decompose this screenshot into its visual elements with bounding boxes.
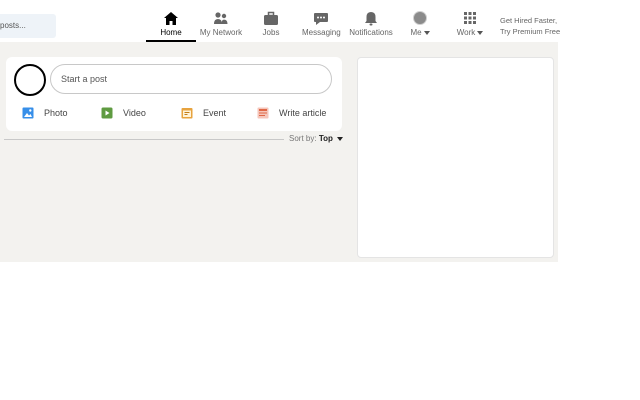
photo-button[interactable]: Photo [22, 103, 68, 123]
profile-avatar[interactable] [14, 64, 46, 96]
nav-home-label: Home [160, 28, 182, 37]
article-icon [257, 107, 269, 119]
video-button[interactable]: Video [101, 103, 146, 123]
video-icon [101, 107, 113, 119]
photo-label: Photo [44, 108, 68, 118]
premium-link[interactable]: Get Hired Faster, Try Premium Free [500, 15, 560, 37]
nav-work-label: Work [456, 28, 476, 37]
chevron-down-icon [337, 136, 344, 141]
nav-my-network-label: My Network [199, 28, 243, 37]
nav-me[interactable]: Me [406, 11, 434, 42]
sort-dropdown[interactable]: Sort by: Top [289, 134, 344, 143]
premium-line-1: Get Hired Faster, [500, 16, 558, 25]
write-article-button[interactable]: Write article [257, 103, 326, 123]
chevron-down-icon [423, 30, 430, 35]
nav-messaging[interactable]: Messaging [302, 11, 341, 42]
share-box: Start a post Photo Video Event Write art… [6, 57, 342, 131]
bell-icon [365, 12, 377, 26]
nav-home[interactable]: Home [146, 11, 196, 42]
video-label: Video [123, 108, 146, 118]
event-button[interactable]: Event [181, 103, 226, 123]
event-label: Event [203, 108, 227, 118]
sort-value: Top [318, 134, 333, 143]
nav-notifications-label: Notifications [349, 28, 393, 37]
nav-work[interactable]: Work [454, 11, 486, 42]
nav-jobs-label: Jobs [262, 28, 280, 37]
network-icon [214, 12, 228, 24]
start-post-button[interactable]: Start a post [50, 64, 332, 94]
grid-icon [464, 12, 476, 24]
photo-icon [22, 107, 34, 119]
sort-label: Sort by: [289, 134, 317, 143]
message-icon [314, 13, 328, 25]
write-article-label: Write article [279, 108, 327, 118]
right-rail-card [357, 57, 554, 258]
nav-me-label: Me [410, 28, 422, 37]
nav-jobs[interactable]: Jobs [256, 11, 286, 42]
avatar [413, 11, 427, 25]
home-icon [164, 12, 178, 25]
event-icon [181, 108, 193, 119]
feed-divider [4, 139, 284, 140]
briefcase-icon [264, 11, 278, 25]
top-navigation: posts... Home My Network Jobs Messaging [0, 0, 560, 42]
nav-my-network[interactable]: My Network [198, 11, 244, 42]
search-input[interactable]: posts... [0, 14, 56, 38]
chevron-down-icon [477, 30, 484, 35]
nav-notifications[interactable]: Notifications [348, 11, 394, 42]
active-indicator [146, 40, 196, 42]
nav-messaging-label: Messaging [302, 28, 341, 37]
premium-line-2: Try Premium Free [500, 27, 561, 36]
